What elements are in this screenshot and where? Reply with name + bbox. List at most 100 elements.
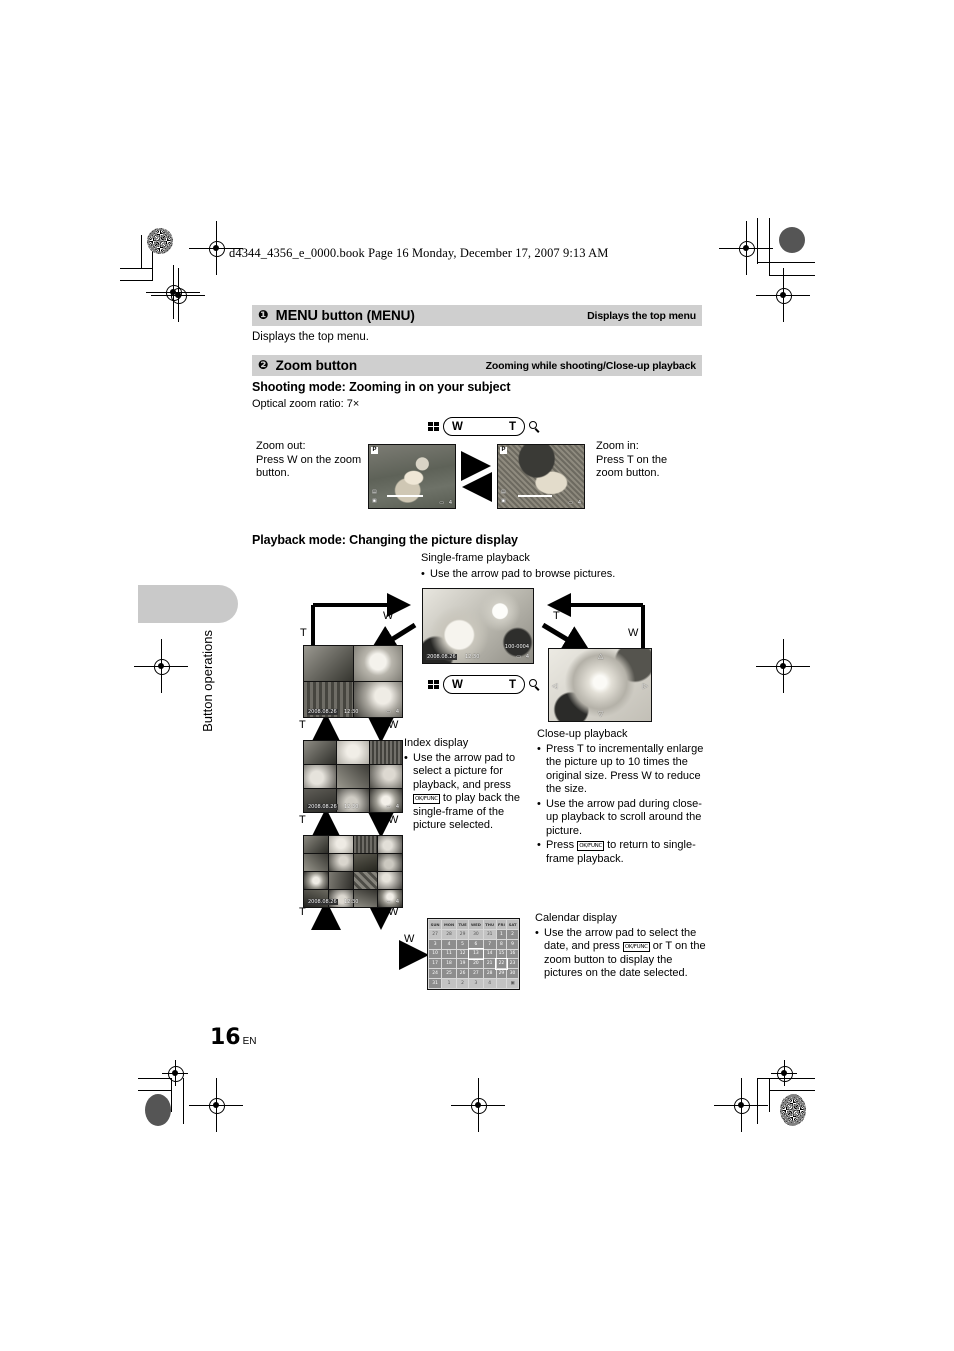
calendar-day[interactable]: 28: [441, 928, 457, 940]
osd-left-icons: ▤: [501, 489, 506, 495]
calendar-day[interactable]: 24: [427, 968, 443, 980]
calendar-day[interactable]: 29: [495, 968, 508, 980]
calendar-day[interactable]: 27: [468, 968, 484, 980]
osd-frame-count: 4: [395, 804, 399, 810]
label-t-9to16: T: [299, 814, 306, 826]
calendar-day[interactable]: 30: [468, 928, 484, 940]
calendar-day[interactable]: 23: [506, 958, 519, 970]
registration-mark: [719, 221, 773, 275]
crop-line: [152, 235, 153, 281]
section-number: ❶: [258, 307, 269, 323]
calendar-day[interactable]: 13: [467, 948, 485, 960]
zoom-lever-pill[interactable]: W T: [443, 675, 525, 694]
calendar-day[interactable]: 6: [468, 938, 484, 950]
index-thumb: [353, 836, 378, 853]
calendar-day[interactable]: 18: [441, 958, 457, 970]
calendar-caption: Calendar display • Use the arrow pad to s…: [535, 912, 707, 981]
osd-date: 2008.08.26: [307, 709, 338, 715]
osd-arrow-up: △: [598, 652, 604, 660]
osd-frame-count: 4: [577, 500, 581, 506]
calendar-day[interactable]: 28: [482, 968, 497, 980]
calendar-day[interactable]: 26: [455, 968, 470, 980]
calendar-day[interactable]: 2: [506, 928, 519, 940]
osd-card-icon: ▭: [516, 654, 521, 660]
calendar-day[interactable]: 10: [427, 948, 443, 960]
calendar-day[interactable]: 1: [441, 978, 457, 989]
calendar-day[interactable]: 19: [455, 958, 470, 970]
closeup-bullet-1: • Press T to incrementally enlarge the pi…: [537, 743, 712, 797]
calendar-day[interactable]: 1: [495, 928, 508, 940]
osd-card-icon: ▭: [439, 500, 444, 506]
calendar-day[interactable]: 12: [455, 948, 470, 960]
calendar-day[interactable]: 4: [482, 978, 497, 989]
crop-line: [769, 1090, 815, 1091]
osd-left-icons: ▤: [372, 489, 377, 495]
crop-line: [171, 1078, 172, 1112]
index-thumb: [304, 741, 336, 764]
calendar-day[interactable]: 9: [506, 938, 519, 950]
registration-mark: [162, 1060, 188, 1086]
crop-line: [120, 268, 153, 269]
closeup-bullet-1-text: Press T to incrementally enlarge the pic…: [546, 742, 704, 796]
calendar-day[interactable]: [495, 978, 508, 989]
calendar-day[interactable]: 3: [427, 938, 443, 950]
calendar-day[interactable]: 31: [427, 978, 443, 989]
photo-tele: [498, 445, 584, 508]
calendar-row: 17 18 19 20 21 22 23: [427, 957, 519, 970]
calendar-day[interactable]: 20: [468, 958, 484, 970]
calendar-day[interactable]: 17: [427, 958, 443, 970]
calendar-day[interactable]: 16: [506, 948, 519, 960]
registration-mark: [756, 268, 810, 322]
closeup-caption: Close-up playback • Press T to incrementa…: [537, 728, 712, 866]
calendar-day[interactable]: 21: [482, 958, 497, 970]
calendar-day[interactable]: 27: [427, 928, 443, 940]
calendar-day[interactable]: 29: [455, 928, 470, 940]
calendar-day[interactable]: 15: [495, 948, 508, 960]
calendar-table: SUN MON TUE WED THU FRI SAT 27 28 29 30 …: [427, 919, 519, 989]
crop-line: [757, 1078, 815, 1079]
section-header-zoom-button: ❷ Zoom button Zooming while shooting/Clo…: [252, 355, 702, 376]
closeup-bullet-2-text: Use the arrow pad during close-up playba…: [546, 797, 702, 837]
crop-line: [183, 1078, 184, 1124]
zoom-bar: [518, 495, 552, 497]
index-thumb: [328, 854, 353, 871]
registration-mark: [189, 221, 243, 275]
photo-wide: [369, 445, 455, 508]
label-w-4to9: W: [388, 719, 399, 731]
calendar-day[interactable]: 7: [482, 938, 497, 950]
calendar-day[interactable]: 31: [482, 928, 497, 940]
zoom-bar: [387, 495, 423, 497]
registration-mark: [189, 1078, 243, 1132]
closeup-bullet-3-text: Press OK/FUNC to return to single-frame …: [546, 839, 696, 865]
osd-bottom-left: ▣: [501, 498, 506, 504]
osd-frame-count: 4: [448, 500, 452, 506]
zoom-out-caption: Zoom out: Press W on the zoom button.: [256, 440, 366, 481]
calendar-day[interactable]: 14: [482, 948, 497, 960]
zoom-lever-pill[interactable]: W T: [443, 417, 525, 436]
calendar-weekday: FRI: [495, 919, 508, 930]
osd-time: 12:30: [465, 654, 480, 660]
calendar-day[interactable]: 3: [468, 978, 484, 989]
registration-dot: [779, 227, 805, 253]
zoom-in-line-2: Press T on the: [596, 453, 668, 466]
lcd-index-4: 2008.08.26 12:30 4 ▭: [303, 645, 403, 718]
magnifier-icon: [529, 678, 541, 691]
lcd-index-16: 2008.08.26 12:30 4 ▭: [303, 835, 403, 908]
zoom-lever-shooting[interactable]: W T: [428, 417, 541, 436]
closeup-bullet-3: • Press OK/FUNC to return to single-frame…: [537, 839, 712, 866]
calendar-title: Calendar display: [535, 912, 617, 924]
zoom-lever-playback[interactable]: W T: [428, 675, 541, 694]
calendar-day[interactable]: 11: [441, 948, 457, 960]
calendar-weekday: TUE: [455, 919, 470, 930]
chapter-tab-label: Button operations: [200, 630, 215, 732]
calendar-day[interactable]: 2: [455, 978, 470, 989]
calendar-row: 3 4 5 6 7 8 9: [427, 938, 519, 950]
zoom-lever-wide-label: W: [452, 420, 463, 433]
calendar-day[interactable]: 22: [495, 957, 508, 970]
calendar-day[interactable]: 5: [455, 938, 470, 950]
calendar-day[interactable]: 30: [506, 968, 519, 980]
okfunc-button-icon: OK/FUNC: [622, 942, 650, 952]
calendar-day[interactable]: 4: [441, 938, 457, 950]
calendar-day[interactable]: 8: [495, 938, 508, 950]
calendar-day[interactable]: 25: [441, 968, 457, 980]
